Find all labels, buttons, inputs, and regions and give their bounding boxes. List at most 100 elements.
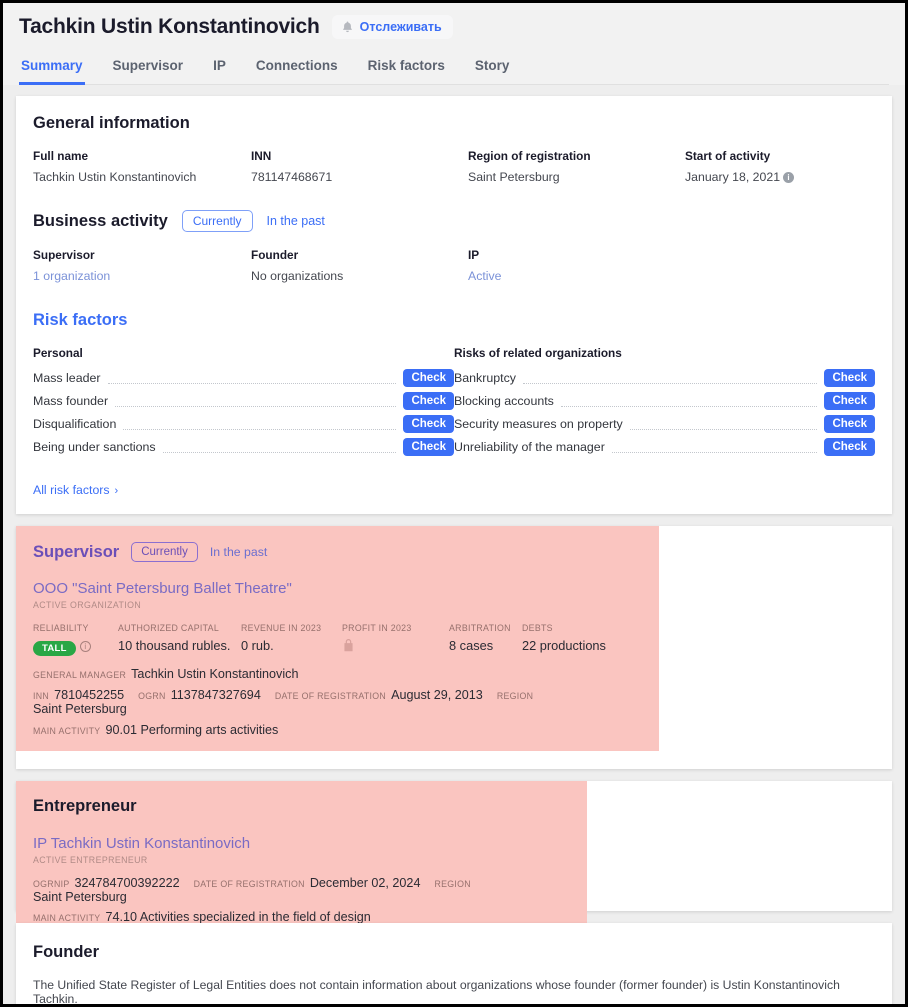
risk-row: Being under sanctions Check <box>33 438 454 456</box>
tab-risk-factors[interactable]: Risk factors <box>366 52 447 85</box>
tab-connections[interactable]: Connections <box>254 52 340 85</box>
detail-key: OGRNIP <box>33 879 70 889</box>
detail-row-registration: INN 7810452255 OGRN 1137847327694 DATE O… <box>33 688 642 716</box>
track-button[interactable]: Отслеживать <box>331 15 453 39</box>
risk-label: Unreliability of the manager <box>454 440 605 454</box>
risk-label: Blocking accounts <box>454 394 554 408</box>
detail-value: 90.01 Performing arts activities <box>105 723 279 737</box>
field-value-wrap: January 18, 2021 i <box>685 170 795 184</box>
field-label: Founder <box>251 248 299 262</box>
check-button[interactable]: Check <box>403 438 454 456</box>
detail-value: August 29, 2013 <box>391 688 483 702</box>
organization-status: ACTIVE ORGANIZATION <box>33 600 142 610</box>
toggle-in-the-past[interactable]: In the past <box>267 214 325 228</box>
detail-key: MAIN ACTIVITY <box>33 913 101 923</box>
risk-factors-heading[interactable]: Risk factors <box>33 311 875 330</box>
leader-dots <box>123 419 397 430</box>
lock-icon <box>342 638 355 653</box>
field-label: Region of registration <box>468 149 591 163</box>
field-value-link[interactable]: Active <box>468 269 685 283</box>
tab-summary[interactable]: Summary <box>19 52 85 85</box>
metric-value: 22 productions <box>522 638 606 653</box>
risk-label: Mass leader <box>33 371 101 385</box>
entrepreneur-card: Entrepreneur IP Tachkin Ustin Konstantin… <box>16 781 892 942</box>
tab-supervisor[interactable]: Supervisor <box>111 52 186 85</box>
check-button[interactable]: Check <box>824 392 875 410</box>
business-activity-header: Business activity Currently In the past <box>33 210 875 232</box>
detail-key: DATE OF REGISTRATION <box>274 691 387 701</box>
app-frame: Tachkin Ustin Konstantinovich Отслеживат… <box>3 3 905 1004</box>
supervisor-header: Supervisor Currently In the past <box>33 542 642 562</box>
field-label: Start of activity <box>685 149 771 163</box>
tab-ip[interactable]: IP <box>211 52 228 85</box>
supervisor-highlight: Supervisor Currently In the past OOO "Sa… <box>16 526 659 751</box>
metric-label: DEBTS <box>522 623 553 633</box>
leader-dots <box>629 419 818 430</box>
check-button[interactable]: Check <box>824 369 875 387</box>
metric-value: 10 thousand rubles. <box>118 638 231 653</box>
business-activity-grid: Supervisor 1 organization Founder No org… <box>33 248 875 283</box>
general-information-heading: General information <box>33 114 190 132</box>
field-start-of-activity: Start of activity January 18, 2021 i <box>685 149 795 184</box>
entrepreneur-status: ACTIVE ENTREPRENEUR <box>33 855 148 865</box>
entrepreneur-highlight: Entrepreneur IP Tachkin Ustin Konstantin… <box>16 781 587 942</box>
organization-name-link[interactable]: OOO "Saint Petersburg Ballet Theatre" <box>33 580 642 597</box>
leader-dots <box>611 442 818 453</box>
supervisor-toggle-currently[interactable]: Currently <box>131 542 198 562</box>
detail-key: REGION <box>434 879 471 889</box>
risk-row: Bankruptcy Check <box>454 369 875 387</box>
metric-value: 0 rub. <box>241 638 274 653</box>
field-full-name: Full name Tachkin Ustin Konstantinovich <box>33 149 251 184</box>
leader-dots <box>560 396 818 407</box>
detail-value: Saint Petersburg <box>33 890 127 904</box>
risk-label: Disqualification <box>33 417 117 431</box>
detail-key: GENERAL MANAGER <box>33 670 127 680</box>
founder-card: Founder The Unified State Register of Le… <box>16 923 892 1004</box>
metric-label: PROFIT IN 2023 <box>342 623 412 633</box>
risk-row: Unreliability of the manager Check <box>454 438 875 456</box>
detail-row-main-activity: MAIN ACTIVITY 74.10 Activities specializ… <box>33 910 570 924</box>
metric-reliability: RELIABILITY TALL i <box>33 623 118 656</box>
detail-row-manager: GENERAL MANAGER Tachkin Ustin Konstantin… <box>33 667 642 681</box>
check-button[interactable]: Check <box>403 415 454 433</box>
detail-key: DATE OF REGISTRATION <box>193 879 305 889</box>
check-button[interactable]: Check <box>824 415 875 433</box>
reliability-badge: TALL <box>33 641 76 656</box>
risk-row: Mass founder Check <box>33 392 454 410</box>
tab-bar: Summary Supervisor IP Connections Risk f… <box>19 52 889 85</box>
metric-debts: DEBTS 22 productions <box>522 623 606 656</box>
metric-arbitration: ARBITRATION 8 cases <box>449 623 522 656</box>
info-icon[interactable]: i <box>79 641 91 652</box>
field-inn: INN 781147468671 <box>251 149 468 184</box>
metric-profit: PROFIT IN 2023 <box>342 623 449 656</box>
detail-value: Tachkin Ustin Konstantinovich <box>131 667 299 681</box>
detail-value: December 02, 2024 <box>309 876 421 890</box>
detail-key: INN <box>33 691 50 701</box>
entrepreneur-name-link[interactable]: IP Tachkin Ustin Konstantinovich <box>33 835 570 852</box>
all-risk-factors-link[interactable]: All risk factors › <box>33 483 875 497</box>
supervisor-metrics: RELIABILITY TALL i AUTHORIZED CAPITAL 10 … <box>33 623 642 656</box>
field-value-link[interactable]: 1 organization <box>33 269 251 283</box>
risk-label: Mass founder <box>33 394 109 408</box>
track-button-label: Отслеживать <box>359 20 442 34</box>
detail-value: 324784700392222 <box>74 876 180 890</box>
check-button[interactable]: Check <box>824 438 875 456</box>
info-icon[interactable]: i <box>783 172 795 183</box>
detail-key: OGRN <box>138 691 166 701</box>
field-label: Full name <box>33 149 89 163</box>
check-button[interactable]: Check <box>403 369 454 387</box>
risk-factors-personal: Personal Mass leader Check Mass founder … <box>33 346 454 461</box>
field-label: Supervisor <box>33 248 95 262</box>
chevron-right-icon: › <box>114 485 119 497</box>
leader-dots <box>115 396 397 407</box>
detail-value: Saint Petersburg <box>33 702 127 716</box>
page-title: Tachkin Ustin Konstantinovich <box>19 15 320 38</box>
tab-story[interactable]: Story <box>473 52 512 85</box>
supervisor-heading: Supervisor <box>33 542 120 561</box>
metric-authorized-capital: AUTHORIZED CAPITAL 10 thousand rubles. <box>118 623 241 656</box>
check-button[interactable]: Check <box>403 392 454 410</box>
supervisor-toggle-in-the-past[interactable]: In the past <box>210 545 267 559</box>
toggle-currently[interactable]: Currently <box>181 210 253 232</box>
all-risk-factors-label: All risk factors <box>33 483 110 497</box>
activity-ip: IP Active <box>468 248 685 283</box>
